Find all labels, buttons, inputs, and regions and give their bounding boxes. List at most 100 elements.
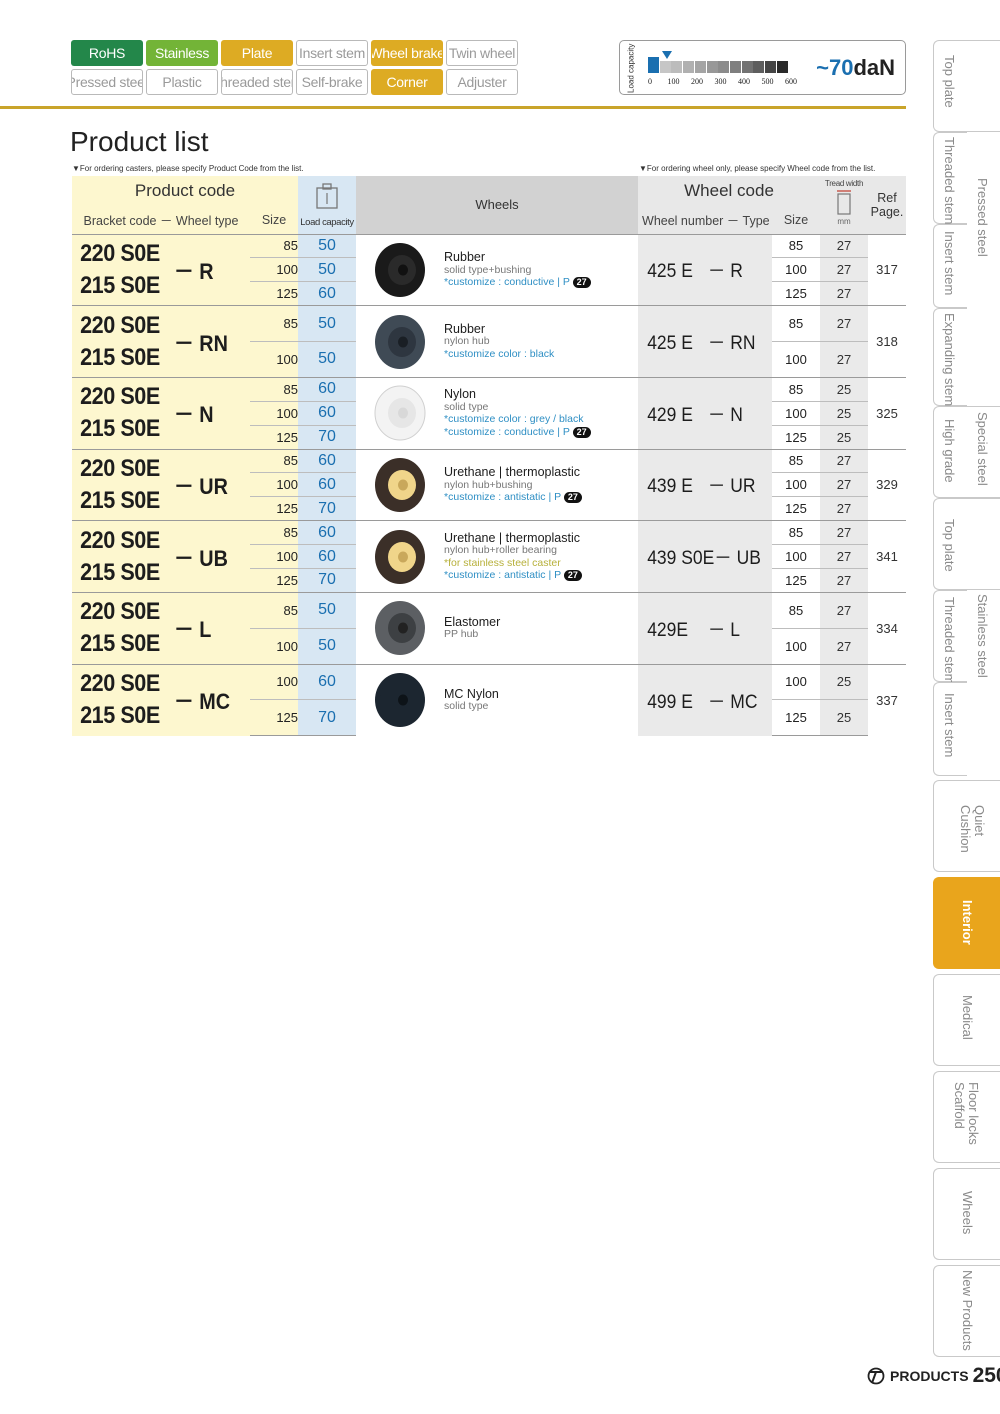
load-scale-cell [683, 61, 695, 73]
wheel-text: Elastomer PP hub [444, 616, 500, 641]
wheel-size-cell: 100 [772, 663, 821, 700]
bracket-code: 215 S0E [80, 343, 160, 371]
wheel-customize-note: *for stainless steel caster [444, 557, 582, 570]
side-tab-quiet-cushion[interactable]: Quiet Cushion [933, 780, 1000, 872]
wheel-cell: Rubber nylon hub *customize color : black [356, 305, 639, 378]
side-tab-top-plate[interactable]: Top plate [933, 40, 1000, 132]
header-bracket-wheel-type: Bracket code － Wheel type [72, 206, 250, 234]
side-tab-label: Interior [960, 900, 975, 945]
tread-width-cell: 27 [820, 544, 869, 569]
weight-icon [316, 183, 338, 209]
wheel-material: Rubber [444, 321, 486, 336]
header-tread-width: Tread width mm [820, 176, 869, 234]
wheel-material: Urethane | thermoplastic [444, 465, 580, 480]
load-tick-label: 0 [648, 77, 652, 86]
load-capacity-amount: ~70 [816, 55, 854, 80]
load-scale-cell [659, 61, 671, 73]
side-tab-top-plate[interactable]: Top plate [933, 498, 1000, 590]
wheel-size-cell: 85 [772, 591, 821, 629]
size-cell: 125 [250, 496, 299, 521]
load-capacity-cell: 60 [298, 663, 357, 700]
side-tab-pressed-steel[interactable]: Pressed steel [967, 132, 1000, 406]
feature-badge-self-brake: Self-brake [296, 69, 368, 95]
side-tab-insert-stem[interactable]: Insert stem [933, 224, 967, 308]
wheel-description: nylon hub [444, 335, 490, 348]
ref-page-cell[interactable]: 317 [868, 233, 907, 306]
side-tab-stainless-steel[interactable]: Stainless steel [967, 590, 1000, 776]
side-tab-insert-stem[interactable]: Insert stem [933, 682, 967, 776]
wheel-code-cell: 429E － L [638, 591, 773, 665]
bracket-code: 220 S0E [80, 526, 160, 554]
side-tab-label: Expanding stem [942, 313, 957, 407]
tread-width-cell: 27 [820, 281, 869, 306]
load-scale-cell [753, 61, 765, 73]
wheel-type-cell: － N [174, 376, 250, 450]
side-tab-label: Top plate [942, 519, 957, 572]
ref-page-cell[interactable]: 334 [868, 591, 907, 665]
load-scale-cell [648, 57, 659, 73]
wheel-cell: Rubber solid type+bushing *customize : con… [356, 233, 639, 306]
wheel-type-cell: － MC [174, 663, 250, 736]
side-tab-wheels[interactable]: Wheels [933, 1168, 1000, 1260]
size-cell: 100 [250, 257, 299, 282]
feature-badge-plate: Plate [221, 40, 293, 66]
page-number: 250 [972, 1364, 1000, 1387]
load-capacity-cell: 70 [298, 424, 357, 450]
bracket-code: 220 S0E [80, 311, 160, 339]
side-tab-medical[interactable]: Medical [933, 974, 1000, 1066]
wheel-urethane-icon [375, 457, 426, 512]
wheel-code-cell: 439 S0E－ UB [638, 520, 773, 593]
size-cell: 100 [250, 341, 299, 378]
side-tab-expanding-stem[interactable]: Expanding stem [933, 308, 967, 406]
wheel-customize-note: *customize color : black [444, 348, 554, 361]
size-cell: 85 [250, 376, 299, 402]
load-capacity-cell: 50 [298, 627, 357, 665]
side-tab-special-steel[interactable]: Special steel [967, 406, 1000, 498]
table-row: 220 S0E 215 S0E － R 85 50 Rubber solid type+bu… [72, 233, 907, 306]
wheel-number: 439 S0E [647, 548, 715, 570]
wheel-type-cell: － UB [174, 520, 250, 593]
wheel-code: 499 E － MC [638, 687, 761, 714]
wheel-size-cell: 85 [772, 448, 821, 473]
load-scale-cell [776, 61, 788, 73]
size-cell: 100 [250, 663, 299, 700]
ref-page-cell[interactable]: 325 [868, 376, 907, 450]
tread-width-cell: 27 [820, 496, 869, 521]
wheel-code-type: － RN [707, 333, 756, 355]
wheel-code-cell: 425 E － R [638, 233, 773, 306]
wheel-code: 429E － L [638, 615, 761, 642]
wheel-number: 429 E [647, 404, 693, 426]
side-tab-new-products[interactable]: New Products [933, 1265, 1000, 1357]
ref-page-cell[interactable]: 329 [868, 448, 907, 521]
side-tab-label: Threaded stem [942, 137, 957, 225]
side-tab-interior[interactable]: Interior [933, 877, 1000, 969]
tread-width-cell: 27 [820, 448, 869, 473]
ref-page-cell[interactable]: 341 [868, 520, 907, 593]
feature-badge-adjuster: Adjuster [446, 69, 518, 95]
wheel-text: Urethane | thermoplastic nylon hub+roller… [444, 532, 582, 582]
bracket-code: 215 S0E [80, 271, 160, 299]
load-capacity-cell: 70 [298, 496, 357, 521]
ref-page-cell[interactable]: 337 [868, 663, 907, 736]
feature-badge-threaded-stem: Threaded stem [221, 69, 293, 95]
side-tab-threaded-stem[interactable]: Threaded stem [933, 590, 967, 684]
tread-width-cell: 25 [820, 424, 869, 450]
wheel-material: Elastomer [444, 614, 501, 629]
header-wheels: Wheels [356, 176, 639, 234]
bracket-code: 220 S0E [80, 670, 160, 698]
wheel-number: 439 E [647, 476, 693, 498]
bracket-code: 215 S0E [80, 630, 160, 658]
wheel-customize-note: *customize : conductive | P 27 [444, 276, 591, 289]
wheel-text: Nylon solid type *customize color : grey /… [444, 388, 591, 438]
page-title: Product list [70, 126, 209, 157]
header-tread-width-label: Tread width [824, 179, 864, 189]
wheel-info: Rubber nylon hub *customize color : black [356, 314, 638, 370]
wheel-cell: Urethane | thermoplastic nylon hub+roller… [356, 520, 639, 593]
size-cell: 125 [250, 567, 299, 593]
load-capacity-cell: 60 [298, 544, 357, 569]
side-tab-threaded-stem[interactable]: Threaded stem [933, 132, 967, 224]
side-tab-floor-locks-scaffold[interactable]: Floor locks Scaffold [933, 1071, 1000, 1163]
wheel-info: Elastomer PP hub [356, 600, 638, 656]
load-tick-label: 400 [738, 77, 750, 86]
ref-page-cell[interactable]: 318 [868, 305, 907, 378]
